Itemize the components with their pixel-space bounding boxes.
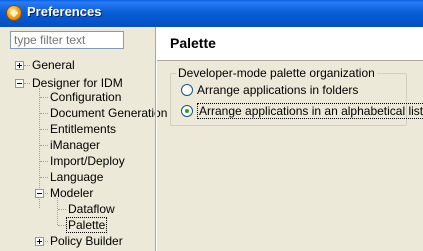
tree-line [40, 161, 48, 163]
tree-line [40, 113, 48, 115]
radio-button[interactable] [181, 84, 193, 96]
window-title: Preferences [27, 4, 102, 19]
tree-item-policy-builder[interactable]: Policy Builder [48, 233, 125, 249]
tree-item-general[interactable]: General [30, 57, 77, 73]
tree-item-configuration[interactable]: Configuration [48, 89, 123, 105]
tree-item-modeler[interactable]: Modeler [48, 185, 95, 201]
tree-item-imanager[interactable]: iManager [48, 137, 102, 153]
radio-button[interactable] [181, 105, 193, 117]
tree-item-entitlements[interactable]: Entitlements [48, 121, 118, 137]
tree-line [40, 129, 48, 131]
tree-line [58, 225, 66, 227]
tree-line [57, 198, 59, 225]
expand-policy-builder-icon[interactable] [35, 237, 44, 246]
page-title: Palette [170, 35, 216, 51]
page-header: Palette [157, 27, 423, 61]
tree-item-import-deploy[interactable]: Import/Deploy [48, 153, 127, 169]
collapse-designer-icon[interactable] [15, 79, 24, 88]
title-bar[interactable]: Preferences [0, 0, 423, 27]
tree-item-palette[interactable]: Palette [66, 217, 108, 233]
expand-general-icon[interactable] [15, 61, 24, 70]
tree-line [40, 145, 48, 147]
tree-line [40, 177, 48, 179]
tree-item-dataflow[interactable]: Dataflow [66, 201, 117, 217]
group-label: Developer-mode palette organization [176, 66, 377, 80]
tree-line [40, 97, 48, 99]
tree-item-document-generation[interactable]: Document Generation [48, 105, 169, 121]
app-icon [6, 5, 22, 21]
tree-item-language[interactable]: Language [48, 169, 105, 185]
tree-line [58, 209, 66, 211]
collapse-modeler-icon[interactable] [35, 189, 44, 198]
